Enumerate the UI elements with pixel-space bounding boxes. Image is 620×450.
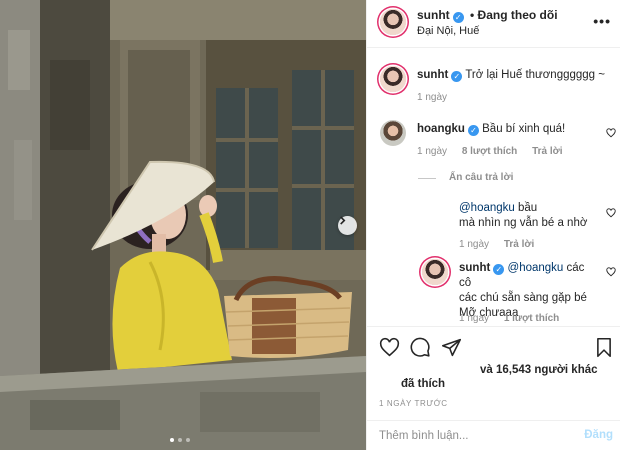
chevron-right-icon [340,216,346,225]
caption-username[interactable]: sunht [417,69,448,81]
comment: hoangku ✓ Bầu bí xinh quá! [417,122,565,137]
like-comment-heart-icon[interactable] [606,208,616,218]
add-comment-input[interactable] [379,427,569,445]
reply-meta: 1 ngày 1 lượt thích [459,313,571,324]
reply-text-line2: mà nhìn ng vẫn bé a nhờ [459,217,588,229]
comment-time: 1 ngày [417,146,448,157]
likes-count[interactable]: và 16,543 người khác [480,364,598,376]
reply-likes[interactable]: 1 lượt thích [504,313,559,324]
comment-bubble-icon[interactable] [410,337,431,358]
caption-text: Trở lại Huế thươngggggg ~ [465,69,605,81]
reply-comment: sunht ✓ @hoangku các cô các chú sẵn sàng … [459,261,599,321]
save-bookmark-icon[interactable] [595,337,613,358]
like-heart-icon[interactable] [379,337,400,358]
comment-username[interactable]: hoangku [417,123,465,135]
author-line: sunht ✓ • Đang theo dõi [417,8,558,23]
verified-icon: ✓ [467,125,479,136]
post-comment-button[interactable]: Đăng [584,429,613,441]
reply-mention[interactable]: @hoangku [508,262,564,274]
caption-time: 1 ngày [417,92,448,103]
author-username[interactable]: sunht [417,8,450,22]
post-location[interactable]: Đại Nội, Huế [417,25,479,37]
photo-indicator [170,438,190,442]
author-avatar[interactable] [380,9,406,35]
photo-image [0,0,366,450]
comment-composer: Đăng [367,420,620,450]
post-header: sunht ✓ • Đang theo dõi Đại Nội, Huế ••• [367,0,620,48]
like-comment-heart-icon[interactable] [606,267,616,277]
reply-time: 1 ngày [459,313,490,324]
reply-time: 1 ngày [459,239,490,250]
replies-divider [418,178,436,179]
post-actions: và 16,543 người khác đã thích 1 NGÀY TRƯ… [367,326,620,426]
reply-text-line1: bầu [514,202,538,214]
reply-button[interactable]: Trả lời [504,239,534,250]
reply-mention[interactable]: @hoangku [459,202,515,214]
photo-dot [170,438,174,442]
photo-dot [186,438,190,442]
reply-text-line2: các chú sẵn sàng gặp bé [459,292,587,304]
commenter-avatar[interactable] [380,120,406,146]
reply-button[interactable]: Trả lời [532,146,562,157]
next-photo-button[interactable] [338,216,357,235]
comments-list[interactable]: sunht ✓ Trở lại Huế thươngggggg ~ 1 ngày … [367,48,620,326]
hide-replies-button[interactable]: Ẩn câu trả lời [449,172,513,183]
post-time-ago[interactable]: 1 NGÀY TRƯỚC [379,399,448,408]
comment-meta: 1 ngày 8 lượt thích Trả lời [417,146,575,157]
caption-avatar[interactable] [380,66,406,92]
verified-icon: ✓ [452,12,464,23]
comment-text: Bầu bí xinh quá! [482,123,566,135]
more-options-icon[interactable]: ••• [593,13,611,29]
post-side-panel: sunht ✓ • Đang theo dõi Đại Nội, Huế ••• … [366,0,620,450]
caption-meta: 1 ngày [417,92,459,103]
caption: sunht ✓ Trở lại Huế thươngggggg ~ [417,68,605,83]
verified-icon: ✓ [493,264,505,275]
reply-meta: 1 ngày Trả lời [459,239,546,250]
liked-by-text: đã thích [401,378,446,390]
follow-status[interactable]: • Đang theo dõi [470,8,558,22]
reply-username[interactable]: sunht [459,262,490,274]
comment-likes[interactable]: 8 lượt thích [462,146,517,157]
share-paper-plane-icon[interactable] [441,337,462,358]
reply-comment: @hoangku bầu mà nhìn ng vẫn bé a nhờ [459,201,599,231]
verified-icon: ✓ [451,71,463,82]
post-photo[interactable] [0,0,366,450]
reply-author-avatar[interactable] [422,259,448,285]
like-comment-heart-icon[interactable] [606,128,616,138]
photo-dot [178,438,182,442]
